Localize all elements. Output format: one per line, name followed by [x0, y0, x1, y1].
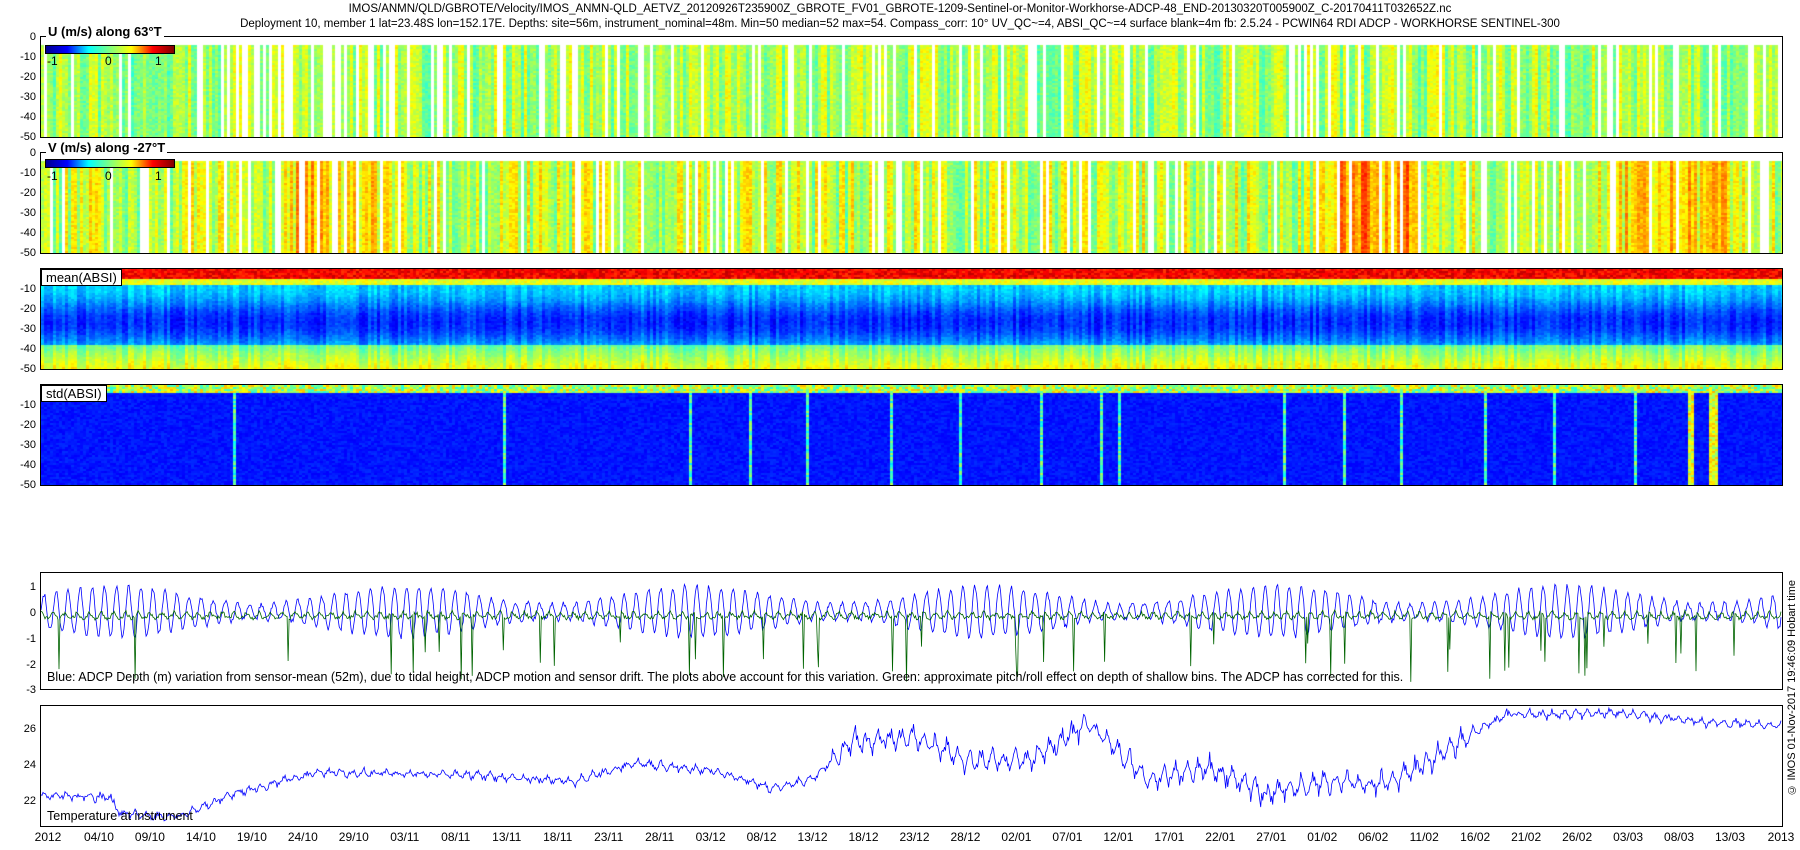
deployment-info: Deployment 10, member 1 lat=23.48S lon=1… — [240, 18, 1560, 30]
x-tick-label: 17/01 — [1154, 830, 1185, 844]
std-absi-panel: std(ABSI) — [40, 384, 1783, 486]
x-tick-label: 28/12 — [950, 830, 981, 844]
x-tick-label: 19/10 — [236, 830, 267, 844]
x-tick-label: 13/11 — [492, 830, 522, 844]
temp-ytick-26: 26 — [23, 723, 36, 735]
x-tick-label: 08/03 — [1664, 830, 1695, 844]
x-tick-label: 14/10 — [185, 830, 216, 844]
x-tick-label: 03/11 — [390, 830, 420, 844]
v-colorbar-tick-pos: 1 — [155, 169, 162, 183]
x-tick-label: 26/02 — [1562, 830, 1593, 844]
x-tick-label: 21/02 — [1511, 830, 1542, 844]
x-tick-label: 09/10 — [134, 830, 165, 844]
mean-absi-heatmap — [41, 269, 1782, 369]
depth-ytick-m3: -3 — [26, 684, 36, 696]
x-tick-label: 16/02 — [1460, 830, 1491, 844]
v-colorbar — [45, 159, 175, 168]
x-tick-label: 04/10 — [83, 830, 114, 844]
std-ytick-0: -10 — [20, 399, 36, 411]
u-velocity-panel: -1 0 1 — [40, 36, 1783, 138]
x-tick-label: 13/12 — [797, 830, 828, 844]
x-tick-label: 03/03 — [1613, 830, 1644, 844]
x-tick-label: 03/12 — [695, 830, 726, 844]
u-ytick-0: 0 — [29, 31, 36, 43]
v-panel-title: V (m/s) along -27°T — [46, 140, 168, 155]
depth-variation-annotation: Blue: ADCP Depth (m) variation from sens… — [47, 670, 1404, 684]
std-ytick-1: -20 — [20, 419, 36, 431]
x-tick-label: 06/02 — [1358, 830, 1389, 844]
std-absi-heatmap — [41, 385, 1782, 485]
temp-ytick-24: 24 — [23, 759, 36, 771]
std-ytick-3: -40 — [20, 459, 36, 471]
x-tick-label: 23/12 — [899, 830, 930, 844]
v-ytick-5: -50 — [20, 247, 36, 259]
temperature-label: Temperature at instrument — [47, 809, 193, 823]
x-tick-label: 08/11 — [441, 830, 471, 844]
x-tick-label: 27/01 — [1256, 830, 1287, 844]
mean-absi-title: mean(ABSI) — [41, 269, 122, 286]
v-colorbar-tick-zero: 0 — [105, 169, 112, 183]
x-tick-label: 18/11 — [543, 830, 573, 844]
depth-ytick-m2: -2 — [26, 659, 36, 671]
std-absi-title: std(ABSI) — [41, 385, 107, 402]
x-tick-label: 24/10 — [287, 830, 318, 844]
x-tick-label: 11/02 — [1409, 830, 1439, 844]
temperature-panel: Temperature at instrument — [40, 705, 1783, 827]
mean-ytick-1: -20 — [20, 303, 36, 315]
v-ytick-0: 0 — [29, 147, 36, 159]
u-colorbar-tick-zero: 0 — [105, 54, 112, 68]
x-tick-label: 08/12 — [746, 830, 777, 844]
u-ytick-3: -30 — [20, 91, 36, 103]
mean-ytick-4: -50 — [20, 363, 36, 375]
x-tick-label: 13/03 — [1715, 830, 1746, 844]
u-panel-title: U (m/s) along 63°T — [46, 24, 164, 39]
depth-ytick-m1: -1 — [26, 633, 36, 645]
v-ytick-2: -20 — [20, 187, 36, 199]
x-tick-label: 18/12 — [848, 830, 879, 844]
file-title: IMOS/ANMN/QLD/GBROTE/Velocity/IMOS_ANMN-… — [348, 3, 1452, 15]
x-tick-label: 01/02 — [1307, 830, 1338, 844]
depth-variation-line — [41, 582, 1782, 640]
x-tick-label: 2012 — [34, 830, 62, 844]
v-ytick-3: -30 — [20, 207, 36, 219]
x-tick-label: 07/01 — [1052, 830, 1083, 844]
u-velocity-heatmap — [41, 37, 1782, 137]
x-tick-label: 23/11 — [594, 830, 624, 844]
u-colorbar-tick-neg: -1 — [47, 54, 58, 68]
depth-ytick-1: 1 — [29, 581, 36, 593]
u-colorbar-tick-pos: 1 — [155, 54, 162, 68]
mean-ytick-2: -30 — [20, 323, 36, 335]
u-ytick-5: -50 — [20, 131, 36, 143]
temp-ytick-22: 22 — [23, 795, 36, 807]
u-ytick-2: -20 — [20, 71, 36, 83]
depth-ytick-0: 0 — [29, 607, 36, 619]
mean-absi-panel: mean(ABSI) — [40, 268, 1783, 370]
x-tick-label: 29/10 — [338, 830, 369, 844]
x-tick-label: 02/01 — [1001, 830, 1032, 844]
std-ytick-2: -30 — [20, 439, 36, 451]
v-colorbar-tick-neg: -1 — [47, 169, 58, 183]
depth-variation-panel: Blue: ADCP Depth (m) variation from sens… — [40, 572, 1783, 690]
v-velocity-panel: -1 0 1 — [40, 152, 1783, 254]
x-tick-label: 22/01 — [1205, 830, 1236, 844]
x-tick-label: 2013 — [1767, 830, 1795, 844]
mean-ytick-3: -40 — [20, 343, 36, 355]
x-tick-label: 12/01 — [1103, 830, 1134, 844]
std-ytick-4: -50 — [20, 479, 36, 491]
u-ytick-4: -40 — [20, 111, 36, 123]
u-ytick-1: -10 — [20, 51, 36, 63]
u-colorbar — [45, 45, 175, 54]
copyright-timestamp: © IMOS 01-Nov-2017 19:46:09 Hobart time — [1786, 580, 1798, 796]
v-ytick-4: -40 — [20, 227, 36, 239]
x-tick-label: 28/11 — [645, 830, 675, 844]
v-ytick-1: -10 — [20, 167, 36, 179]
temperature-plot — [41, 706, 1782, 822]
v-velocity-heatmap — [41, 153, 1782, 253]
temperature-line — [41, 706, 1782, 822]
mean-ytick-0: -10 — [20, 283, 36, 295]
